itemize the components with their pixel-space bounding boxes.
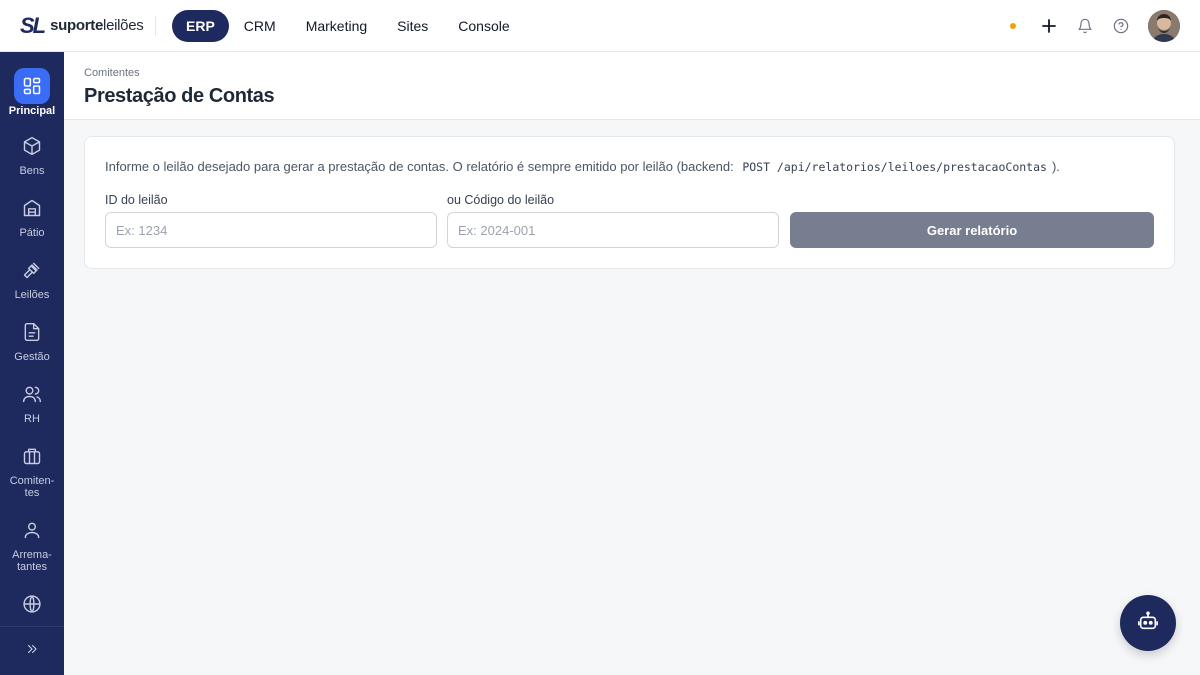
sidebar-item-label: Pátio (19, 227, 45, 239)
report-form-card: Informe o leilão desejado para gerar a p… (84, 136, 1175, 269)
auction-id-input[interactable] (105, 212, 437, 248)
breadcrumb[interactable]: Comitentes (84, 67, 140, 79)
nav-item-erp[interactable]: ERP (172, 10, 229, 42)
bell-icon[interactable] (1074, 15, 1096, 37)
sidebar-item-label: Bens (19, 165, 45, 177)
avatar[interactable] (1148, 10, 1180, 42)
briefcase-icon (14, 438, 50, 474)
sidebar-item-gestao[interactable]: Gestão (0, 314, 64, 363)
building-icon (14, 190, 50, 226)
sidebar-item-leiloes[interactable]: Leilões (0, 252, 64, 301)
chevrons-right-icon (25, 642, 39, 661)
sidebar-item-comitentes[interactable]: Comiten-tes (0, 438, 64, 499)
globe-icon (14, 586, 50, 622)
document-icon (14, 314, 50, 350)
sidebar-item-label: Gestão (14, 351, 50, 363)
brand-logo[interactable]: SL suporteleilões (20, 13, 144, 39)
sidebar-item-principal[interactable]: Principal (0, 68, 64, 117)
status-dot (1010, 23, 1016, 29)
sidebar-item-label: Arrema-tantes (12, 549, 52, 573)
generate-report-button[interactable]: Gerar relatório (790, 212, 1154, 248)
logo-mark: SL (20, 13, 46, 38)
nav-item-marketing[interactable]: Marketing (291, 10, 382, 42)
sidebar-item-rh[interactable]: RH (0, 376, 64, 425)
code-label: ou Código do leilão (447, 193, 555, 207)
page-header: Comitentes Prestação de Contas (64, 52, 1200, 120)
sidebar-item-label: Leilões (14, 289, 50, 301)
top-nav: ERP CRM Marketing Sites Console (172, 10, 525, 42)
id-label: ID do leilão (105, 193, 168, 207)
user-icon (14, 512, 50, 548)
box-icon (14, 128, 50, 164)
top-bar: SL suporteleilões ERP CRM Marketing Site… (0, 0, 1200, 52)
logo-text: suporteleilões (50, 17, 144, 34)
grid-icon (14, 68, 50, 104)
sidebar-item-label: Principal (8, 105, 56, 117)
top-actions (1010, 10, 1180, 42)
nav-item-sites[interactable]: Sites (382, 10, 443, 42)
api-endpoint: POST /api/relatorios/leiloes/prestacaoCo… (742, 160, 1047, 174)
nav-item-crm[interactable]: CRM (229, 10, 291, 42)
plus-icon[interactable] (1038, 15, 1060, 37)
sidebar: Principal Bens Pátio Leilões Gestão RH C… (0, 52, 64, 675)
sidebar-item-bens[interactable]: Bens (0, 128, 64, 177)
sidebar-item-sites[interactable] (0, 586, 64, 622)
users-icon (14, 376, 50, 412)
auction-code-input[interactable] (447, 212, 779, 248)
nav-item-console[interactable]: Console (443, 10, 524, 42)
help-icon[interactable] (1110, 15, 1132, 37)
robot-icon (1137, 610, 1159, 637)
sidebar-item-label: Comiten-tes (9, 475, 55, 499)
gavel-icon (14, 252, 50, 288)
sidebar-item-label: RH (24, 413, 40, 425)
sidebar-item-patio[interactable]: Pátio (0, 190, 64, 239)
info-text: Informe o leilão desejado para gerar a p… (105, 159, 1060, 174)
sidebar-expand-button[interactable] (0, 626, 64, 675)
sidebar-item-arrematantes[interactable]: Arrema-tantes (0, 512, 64, 573)
page-title: Prestação de Contas (84, 85, 275, 107)
assistant-button[interactable] (1120, 595, 1176, 651)
logo-divider (155, 16, 156, 36)
